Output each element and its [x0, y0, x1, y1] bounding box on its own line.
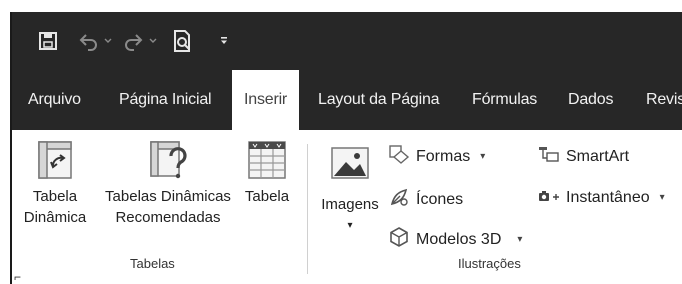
collapse-handle-icon: ⌐: [14, 270, 22, 284]
screenshot-icon: [538, 186, 560, 209]
quick-access-toolbar: [12, 12, 682, 70]
group-label-ilustracoes: Ilustrações: [458, 256, 521, 271]
screenshot-dropdown-icon: ▾: [659, 192, 665, 203]
save-icon[interactable]: [38, 28, 58, 54]
tab-inserir[interactable]: Inserir: [232, 70, 300, 132]
icons-button[interactable]: Ícones: [388, 186, 463, 213]
table-button[interactable]: Tabela: [238, 138, 296, 207]
3d-models-label: Modelos 3D: [416, 230, 502, 248]
3d-models-button[interactable]: Modelos 3D ▾: [388, 226, 522, 253]
images-dropdown-icon: ▾: [347, 220, 353, 231]
shapes-dropdown-icon: ▾: [480, 151, 486, 162]
customize-toolbar-icon[interactable]: [220, 28, 228, 54]
tab-dados[interactable]: Dados: [568, 70, 613, 130]
group-separator: [307, 144, 308, 274]
icons-label: Ícones: [416, 190, 464, 208]
undo-dropdown-icon[interactable]: [104, 28, 112, 54]
tab-layout-da-pagina[interactable]: Layout da Página: [318, 70, 440, 130]
table-icon: [238, 138, 296, 186]
screenshot-label: Instantâneo: [566, 188, 650, 206]
pivot-table-icon: [12, 138, 98, 186]
recommended-pivot-button[interactable]: Tabelas Dinâmicas Recomendadas: [98, 138, 238, 228]
print-preview-icon[interactable]: [172, 28, 194, 54]
icons-icon: [388, 186, 410, 213]
redo-icon[interactable]: [122, 28, 144, 54]
recommended-pivot-icon: [98, 138, 238, 186]
tab-revisao[interactable]: Revis: [646, 70, 682, 130]
ribbon-tabs: Arquivo Página Inicial Inserir Layout da…: [12, 70, 682, 132]
screenshot-button[interactable]: Instantâneo ▾: [538, 186, 665, 209]
undo-icon[interactable]: [78, 28, 100, 54]
smartart-icon: [538, 144, 560, 169]
tab-pagina-inicial[interactable]: Página Inicial: [119, 70, 212, 130]
images-button[interactable]: Imagens ▾: [318, 138, 382, 236]
excel-window: Arquivo Página Inicial Inserir Layout da…: [10, 12, 682, 284]
shapes-icon: [388, 144, 410, 169]
ribbon-panel: Tabela Dinâmica Tabelas Dinâmicas Recome…: [12, 130, 682, 284]
picture-icon: [318, 138, 382, 194]
group-label-tabelas: Tabelas: [130, 256, 175, 271]
table-label: Tabela: [244, 188, 290, 205]
redo-dropdown-icon[interactable]: [149, 28, 157, 54]
3d-models-icon: [388, 226, 410, 253]
smartart-label: SmartArt: [566, 147, 630, 165]
images-label: Imagens: [321, 196, 379, 213]
recommended-pivot-label-line1: Tabelas Dinâmicas: [105, 188, 231, 205]
shapes-button[interactable]: Formas ▾: [388, 144, 485, 169]
pivot-table-label-line1: Tabela: [32, 188, 78, 205]
tab-formulas[interactable]: Fórmulas: [472, 70, 537, 130]
smartart-button[interactable]: SmartArt: [538, 144, 629, 169]
pivot-table-button[interactable]: Tabela Dinâmica: [12, 138, 98, 228]
tab-arquivo[interactable]: Arquivo: [28, 70, 81, 130]
3d-models-dropdown-icon: ▾: [517, 234, 523, 245]
shapes-label: Formas: [416, 147, 471, 165]
recommended-pivot-label-line2: Recomendadas: [115, 209, 221, 226]
pivot-table-label-line2: Dinâmica: [23, 209, 87, 226]
